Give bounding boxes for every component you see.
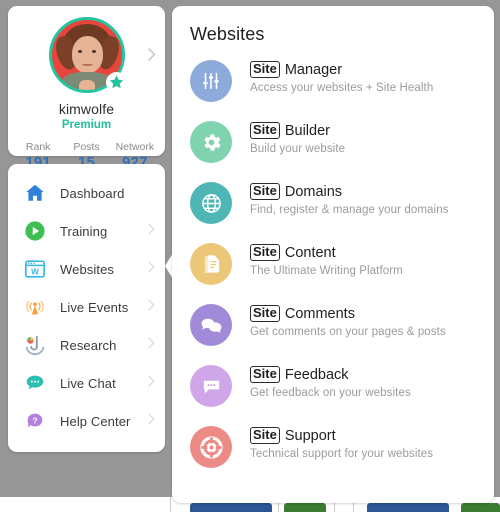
chat-bubble-icon	[22, 370, 48, 396]
service-subtitle: Find, register & manage your domains	[250, 204, 449, 216]
underlay-button	[461, 503, 500, 512]
document-icon	[190, 243, 232, 285]
service-name: Domains	[284, 183, 343, 200]
chevron-right-icon[interactable]	[148, 336, 155, 354]
svg-text:W: W	[31, 268, 39, 277]
sidebar-item-research[interactable]: Research	[8, 326, 165, 364]
chevron-right-icon[interactable]	[148, 374, 155, 392]
service-name: Builder	[284, 122, 330, 139]
service-subtitle: Technical support for your websites	[250, 448, 434, 460]
service-list: Site Manager Access your websites + Site…	[190, 58, 480, 485]
list-item-site-domains[interactable]: Site Domains Find, register & manage you…	[190, 180, 480, 241]
list-item-site-support[interactable]: Site Support Technical support for your …	[190, 424, 480, 485]
sidebar-item-label: Live Events	[60, 299, 129, 315]
sidebar-item-label: Research	[60, 337, 117, 353]
sliders-icon	[190, 60, 232, 102]
service-name: Comments	[284, 305, 355, 322]
sidebar-item-help-center[interactable]: ? Help Center	[8, 402, 165, 440]
list-item-site-comments[interactable]: Site Comments Get comments on your pages…	[190, 302, 480, 363]
comments-icon	[190, 304, 232, 346]
list-item-site-manager[interactable]: Site Manager Access your websites + Site…	[190, 58, 480, 119]
sidebar-item-label: Dashboard	[60, 185, 125, 201]
service-name: Feedback	[284, 366, 349, 383]
play-circle-icon	[22, 218, 48, 244]
sidebar-item-dashboard[interactable]: Dashboard	[8, 174, 165, 212]
chevron-right-icon[interactable]	[148, 412, 155, 430]
underlay-button	[367, 503, 449, 512]
chevron-right-icon[interactable]	[148, 48, 156, 66]
sidebar-nav: Dashboard Training W Websites Live Event…	[8, 164, 165, 452]
site-badge: Site	[250, 305, 280, 322]
sidebar-item-label: Live Chat	[60, 375, 116, 391]
chevron-right-icon[interactable]	[148, 260, 155, 278]
username: kimwolfe	[58, 101, 115, 117]
stat-label: Rank	[25, 141, 51, 153]
research-icon	[22, 332, 48, 358]
site-badge: Site	[250, 61, 280, 78]
sidebar-item-label: Websites	[60, 261, 115, 277]
service-subtitle: Build your website	[250, 143, 346, 155]
list-item-site-builder[interactable]: Site Builder Build your website	[190, 119, 480, 180]
left-column: kimwolfe Premium Rank 191 Posts 15 Netwo…	[8, 6, 165, 452]
site-badge: Site	[250, 122, 280, 139]
home-icon	[22, 180, 48, 206]
service-subtitle: Access your websites + Site Health	[250, 82, 434, 94]
site-badge: Site	[250, 244, 280, 261]
sidebar-item-websites[interactable]: W Websites	[8, 250, 165, 288]
star-badge-icon	[105, 72, 127, 93]
underlay-button	[284, 503, 326, 512]
speech-dots-icon	[190, 365, 232, 407]
service-subtitle: Get feedback on your websites	[250, 387, 411, 399]
chevron-right-icon[interactable]	[148, 222, 155, 240]
site-badge: Site	[250, 183, 280, 200]
globe-icon	[190, 182, 232, 224]
avatar[interactable]	[48, 17, 127, 93]
question-icon: ?	[22, 408, 48, 434]
sidebar-item-live-events[interactable]: Live Events	[8, 288, 165, 326]
underlay-button	[190, 503, 272, 512]
service-subtitle: Get comments on your pages & posts	[250, 326, 446, 338]
site-badge: Site	[250, 427, 280, 444]
service-name: Manager	[284, 61, 343, 78]
list-item-site-content[interactable]: Site Content The Ultimate Writing Platfo…	[190, 241, 480, 302]
broadcast-icon	[22, 294, 48, 320]
sidebar-item-live-chat[interactable]: Live Chat	[8, 364, 165, 402]
sidebar-item-training[interactable]: Training	[8, 212, 165, 250]
browser-w-icon: W	[22, 256, 48, 282]
page-title: Websites	[190, 24, 265, 44]
site-badge: Site	[250, 366, 280, 383]
list-item-site-feedback[interactable]: Site Feedback Get feedback on your websi…	[190, 363, 480, 424]
underlay-divider	[170, 497, 171, 512]
stat-label: Posts	[73, 141, 100, 153]
websites-panel: Websites Site Manager Access your websit…	[172, 6, 494, 503]
plan-label: Premium	[61, 119, 112, 131]
chevron-right-icon[interactable]	[148, 298, 155, 316]
app-screen: kimwolfe Premium Rank 191 Posts 15 Netwo…	[0, 0, 500, 512]
svg-text:?: ?	[32, 415, 37, 425]
gear-icon	[190, 121, 232, 163]
sidebar-item-label: Training	[60, 223, 108, 239]
service-subtitle: The Ultimate Writing Platform	[250, 265, 403, 277]
profile-card[interactable]: kimwolfe Premium Rank 191 Posts 15 Netwo…	[8, 6, 165, 171]
service-name: Content	[284, 244, 336, 261]
service-name: Support	[284, 427, 336, 444]
sidebar-item-label: Help Center	[60, 413, 131, 429]
lifebuoy-icon	[190, 426, 232, 468]
stat-label: Network	[115, 141, 155, 153]
